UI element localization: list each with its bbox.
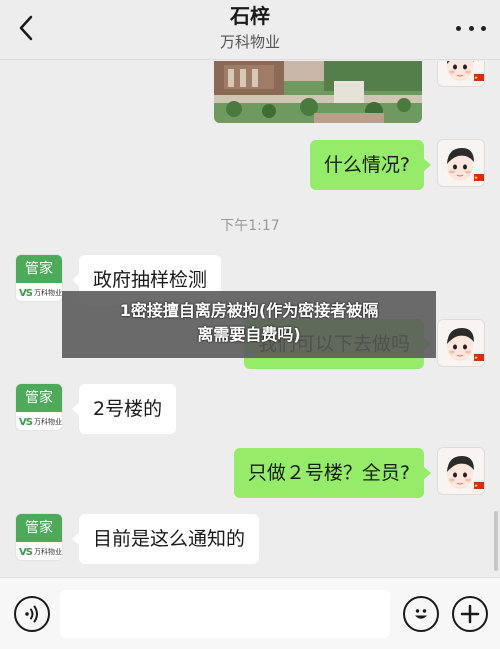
message-timestamp: 下午1:17 [220,218,280,234]
my-message-bubble[interactable]: 什么情况? [309,140,432,190]
agent-logo-row: VS 万科物业 [16,284,62,301]
agent-company: 万科物业 [33,548,62,556]
other-message-bubble[interactable]: 目前是这么通知的 [71,514,260,564]
agent-logo-row: VS 万科物业 [16,543,62,560]
cartoon-face-icon [447,456,484,489]
user-avatar[interactable] [437,61,485,87]
more-button[interactable] [456,16,486,40]
caption-overlay: 1密接擅自离房被拘(作为密接者被隔 离需要自费吗) [62,291,436,358]
caption-line-2: 离需要自费吗) [197,325,301,344]
agent-avatar[interactable]: 管家 VS 万科物业 [15,513,63,561]
voice-icon [25,605,38,623]
user-avatar[interactable] [437,447,485,495]
agent-badge-label: 管家 [16,255,62,283]
vanke-logo-icon: VS [19,416,33,428]
plus-icon [460,604,480,624]
cartoon-face-icon [447,61,484,81]
more-dots-icon [456,25,461,31]
scrollbar-thumb[interactable] [494,511,498,571]
emoji-button[interactable] [403,596,439,632]
agent-badge-label: 管家 [16,384,62,412]
aerial-photo-image [214,61,422,123]
vanke-logo-icon: VS [19,287,33,299]
cartoon-face-icon [447,148,484,181]
user-avatar[interactable] [437,319,485,367]
plus-button[interactable] [452,596,488,632]
chat-subtitle: 万科物业 [219,33,280,51]
photo-message[interactable] [214,61,422,123]
voice-button[interactable] [14,596,50,632]
cartoon-face-icon [447,328,484,361]
agent-company: 万科物业 [33,418,62,426]
chat-title: 石梓 [230,4,270,28]
agent-avatar[interactable]: 管家 VS 万科物业 [15,383,63,431]
chat-header: 石梓 万科物业 [0,0,500,60]
emoji-icon [415,609,427,619]
agent-avatar[interactable]: 管家 VS 万科物业 [15,254,63,302]
other-message-bubble[interactable]: 2号楼的 [71,384,177,434]
more-dot [468,25,474,31]
input-bar [0,577,500,649]
agent-logo-row: VS 万科物业 [16,413,62,430]
agent-badge-label: 管家 [16,514,62,542]
caption-line-1: 1密接擅自离房被拘(作为密接者被隔 [119,301,379,320]
my-message-bubble[interactable]: 只做２号楼？全员? [233,448,432,498]
scrollbar[interactable] [494,61,498,574]
vanke-logo-icon: VS [19,546,33,558]
agent-company: 万科物业 [33,289,62,297]
more-dot [481,25,486,31]
message-input[interactable] [60,590,390,638]
user-avatar[interactable] [437,139,485,187]
